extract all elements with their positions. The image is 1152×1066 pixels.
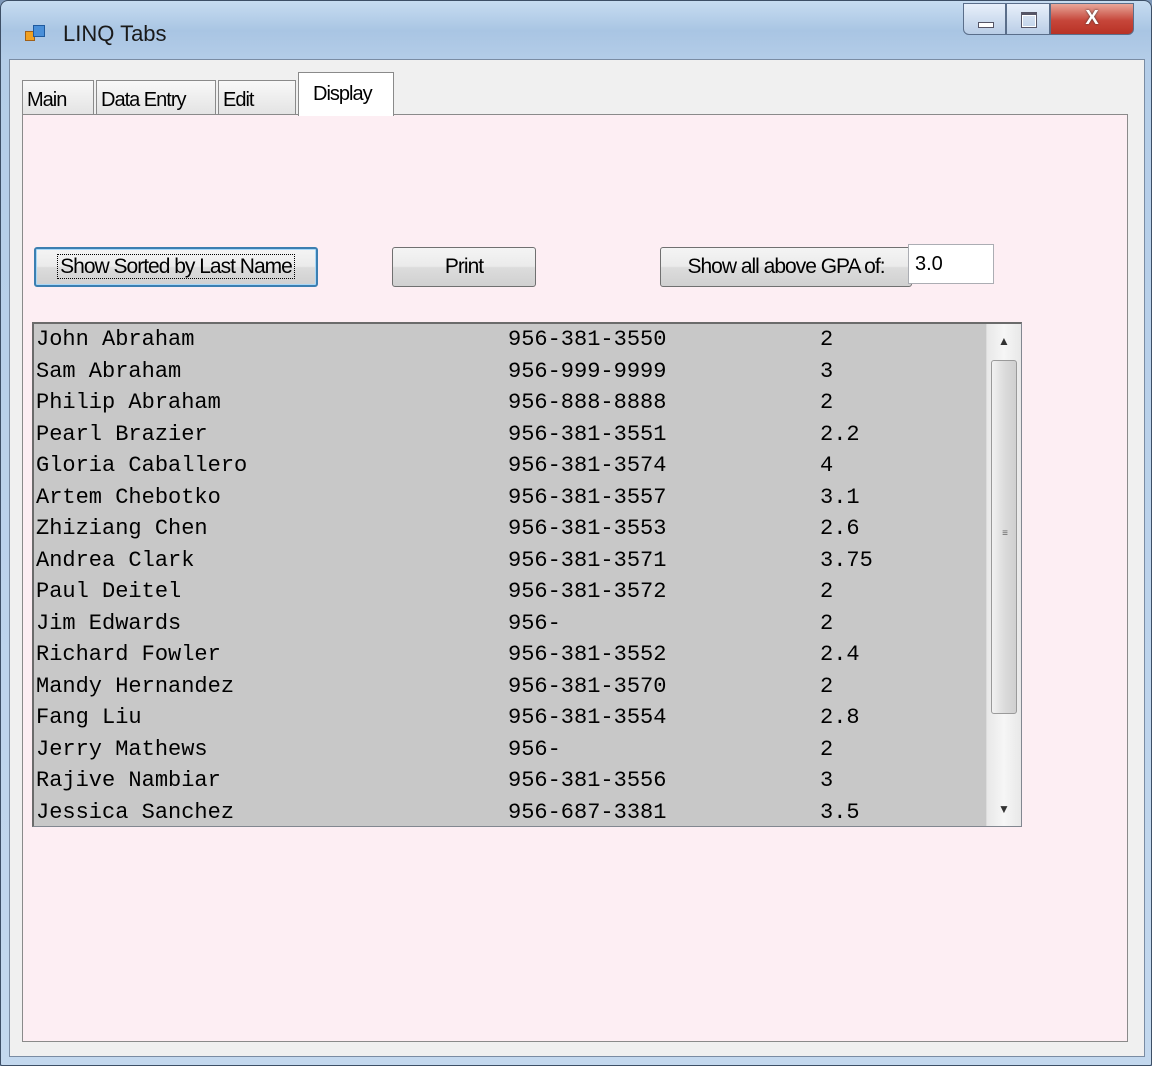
student-name: Philip Abraham [36, 390, 221, 415]
client-area: Main Data Entry Edit Display Show Sorted… [9, 59, 1145, 1057]
print-button[interactable]: Print [392, 247, 536, 287]
list-item[interactable]: Fang Liu 956-381-3554 2.8 [34, 702, 989, 734]
list-item[interactable]: Rajive Nambiar 956-381-3556 3 [34, 765, 989, 797]
student-gpa: 3.1 [820, 484, 860, 510]
student-list-rows: John Abraham 956-381-3550 2 Sam Abraham 956-… [34, 324, 989, 827]
student-name: Pearl Brazier [36, 421, 208, 447]
student-phone: 956-999-9999 [508, 358, 667, 384]
list-item[interactable]: Paul Deitel 956-381-3572 2 [34, 576, 989, 608]
student-phone: 956-381-3551 [508, 421, 667, 447]
student-phone: 956-381-3554 [508, 705, 667, 730]
student-phone: 956-381-3574 [508, 453, 667, 478]
tab-main[interactable]: Main [22, 80, 94, 114]
app-icon [25, 25, 45, 43]
student-name: Andrea Clark [36, 547, 195, 573]
student-name: Jessica Sanchez [36, 799, 235, 825]
list-item[interactable]: Artem Chebotko 956-381-3557 3.1 [34, 482, 989, 514]
student-phone: 956-381-3570 [508, 673, 667, 699]
student-phone: 956-381-3552 [508, 642, 667, 667]
student-name: Artem Chebotko [36, 484, 221, 510]
student-name: Jim Edwards [36, 610, 182, 636]
list-item[interactable]: Mandy Hernandez 956-381-3570 2 [34, 671, 989, 703]
scroll-up-arrow-icon[interactable]: ▲ [987, 324, 1021, 358]
student-gpa: 2.2 [820, 421, 860, 447]
gpa-threshold-input[interactable] [908, 244, 994, 284]
minimize-button[interactable] [963, 3, 1006, 35]
student-gpa: 4 [820, 453, 834, 478]
minimize-icon [978, 22, 994, 28]
list-item[interactable]: Sam Abraham 956-999-9999 3 [34, 356, 989, 388]
close-icon: X [1085, 7, 1099, 29]
student-gpa: 2 [820, 610, 834, 636]
title-bar[interactable]: LINQ Tabs X [1, 1, 1151, 59]
student-gpa: 2.4 [820, 642, 860, 667]
student-gpa: 2 [820, 390, 834, 415]
list-item[interactable]: Pearl Brazier 956-381-3551 2.2 [34, 419, 989, 451]
maximize-button[interactable] [1006, 3, 1050, 35]
list-item[interactable]: Richard Fowler 956-381-3552 2.4 [34, 639, 989, 671]
student-name: Rajive Nambiar [36, 768, 221, 793]
student-phone: 956-381-3557 [508, 484, 667, 510]
close-button[interactable]: X [1050, 3, 1134, 35]
application-window: LINQ Tabs X Main Data Entry Edit Display… [0, 0, 1152, 1066]
vertical-scrollbar[interactable]: ▲ ≡ ▼ [986, 324, 1021, 826]
list-item[interactable]: Philip Abraham 956-888-8888 2 [34, 387, 989, 419]
student-gpa: 3 [820, 358, 834, 384]
scroll-thumb[interactable]: ≡ [991, 360, 1017, 714]
print-label: Print [444, 255, 484, 278]
list-item[interactable]: Andrea Clark 956-381-3571 3.75 [34, 545, 989, 577]
student-name: Mandy Hernandez [36, 673, 235, 699]
student-phone: 956-888-8888 [508, 390, 667, 415]
list-item[interactable]: Jessica Sanchez 956-687-3381 3.5 [34, 797, 989, 827]
student-phone: 956-381-3553 [508, 516, 667, 541]
student-name: John Abraham [36, 327, 195, 352]
window-title: LINQ Tabs [63, 21, 167, 46]
scroll-down-arrow-icon[interactable]: ▼ [987, 792, 1021, 826]
list-item[interactable]: Jerry Mathews 956- 2 [34, 734, 989, 766]
student-name: Gloria Caballero [36, 453, 248, 478]
tab-display[interactable]: Display [298, 72, 394, 116]
student-gpa: 3.75 [820, 547, 873, 573]
student-gpa: 2.6 [820, 516, 860, 541]
student-phone: 956-381-3556 [508, 768, 667, 793]
list-item[interactable]: Gloria Caballero 956-381-3574 4 [34, 450, 989, 482]
maximize-icon [1021, 12, 1037, 28]
student-phone: 956-381-3550 [508, 327, 667, 352]
show-above-gpa-label: Show all above GPA of: [687, 255, 885, 278]
show-sorted-label: Show Sorted by Last Name [57, 254, 295, 279]
show-above-gpa-button[interactable]: Show all above GPA of: [660, 247, 912, 287]
student-phone: 956-687-3381 [508, 799, 667, 825]
student-gpa: 2 [820, 579, 834, 604]
student-listbox[interactable]: John Abraham 956-381-3550 2 Sam Abraham 956-… [32, 322, 1022, 827]
student-gpa: 3.5 [820, 799, 860, 825]
list-item[interactable]: John Abraham 956-381-3550 2 [34, 324, 989, 356]
student-name: Jerry Mathews [36, 736, 208, 762]
student-gpa: 2 [820, 736, 834, 762]
grip-icon: ≡ [1002, 528, 1008, 539]
student-name: Zhiziang Chen [36, 516, 208, 541]
student-gpa: 3 [820, 768, 834, 793]
student-phone: 956-381-3571 [508, 547, 667, 573]
list-item[interactable]: Zhiziang Chen 956-381-3553 2.6 [34, 513, 989, 545]
student-name: Richard Fowler [36, 642, 221, 667]
student-phone: 956-381-3572 [508, 579, 667, 604]
show-sorted-button[interactable]: Show Sorted by Last Name [34, 247, 318, 287]
tab-edit[interactable]: Edit [218, 80, 296, 114]
tab-data-entry[interactable]: Data Entry [96, 80, 216, 114]
student-phone: 956- [508, 610, 561, 636]
student-name: Fang Liu [36, 705, 142, 730]
display-tab-page: Show Sorted by Last Name Print Show all … [22, 114, 1128, 1042]
student-name: Sam Abraham [36, 358, 182, 384]
student-gpa: 2 [820, 673, 834, 699]
student-gpa: 2.8 [820, 705, 860, 730]
tab-strip: Main Data Entry Edit Display [16, 66, 1136, 118]
student-phone: 956- [508, 736, 561, 762]
list-item[interactable]: Jim Edwards 956- 2 [34, 608, 989, 640]
student-name: Paul Deitel [36, 579, 182, 604]
student-gpa: 2 [820, 327, 834, 352]
